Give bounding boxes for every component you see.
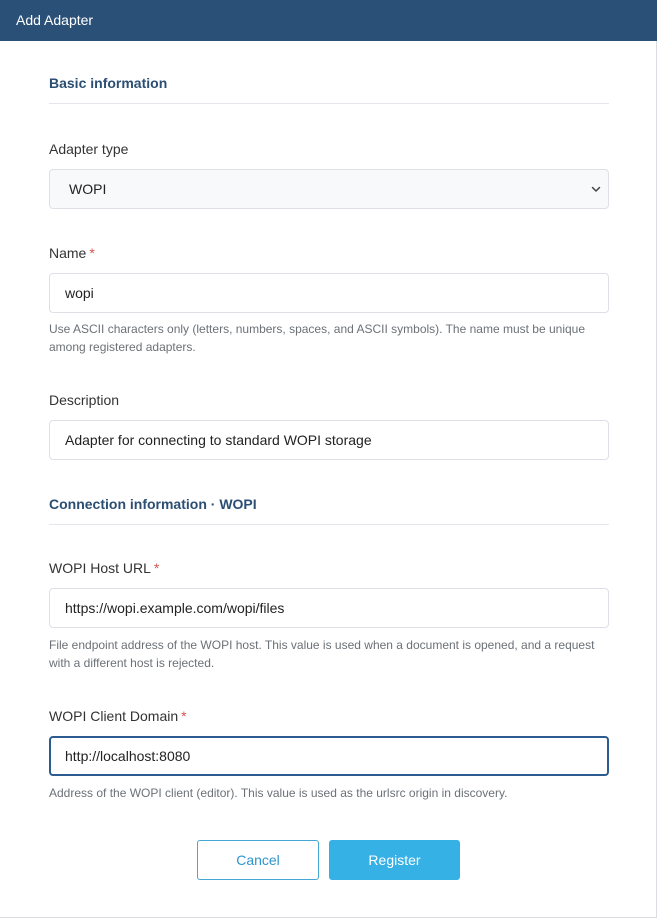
required-mark: * (181, 708, 187, 724)
name-label: Name * (49, 245, 95, 261)
name-help-text: Use ASCII characters only (letters, numb… (49, 322, 586, 354)
register-button[interactable]: Register (329, 840, 460, 880)
chevron-down-icon (591, 186, 601, 192)
dialog-title: Add Adapter (0, 0, 657, 41)
description-input[interactable]: Adapter for connecting to standard WOPI … (49, 420, 609, 460)
wopi-client-domain-label-text: WOPI Client Domain (49, 708, 179, 724)
wopi-host-url-help-text: File endpoint address of the WOPI host. … (49, 638, 595, 670)
connection-information-heading: Connection information · WOPI (49, 496, 609, 525)
wopi-host-url-label: WOPI Host URL * (49, 560, 159, 576)
description-label: Description (49, 392, 120, 408)
required-mark: * (89, 245, 95, 261)
wopi-host-url-input[interactable]: https://wopi.example.com/wopi/files (49, 588, 609, 628)
adapter-type-select[interactable]: WOPI (49, 169, 609, 209)
adapter-type-label: Adapter type (49, 141, 129, 157)
wopi-host-url-label-text: WOPI Host URL (49, 560, 151, 576)
wopi-client-domain-help-text: Address of the WOPI client (editor). Thi… (49, 786, 508, 800)
adapter-type-selected-value: WOPI (69, 181, 107, 197)
add-adapter-dialog: Add Adapter Basic information Adapter ty… (0, 0, 657, 918)
wopi-client-domain-label: WOPI Client Domain * (49, 708, 187, 724)
cancel-button[interactable]: Cancel (197, 840, 319, 880)
name-input[interactable]: wopi (49, 273, 609, 313)
required-mark: * (153, 560, 160, 576)
wopi-client-domain-input[interactable]: http://localhost:8080 (49, 736, 609, 776)
name-label-text: Name (49, 245, 87, 261)
basic-information-heading: Basic information (49, 75, 609, 104)
